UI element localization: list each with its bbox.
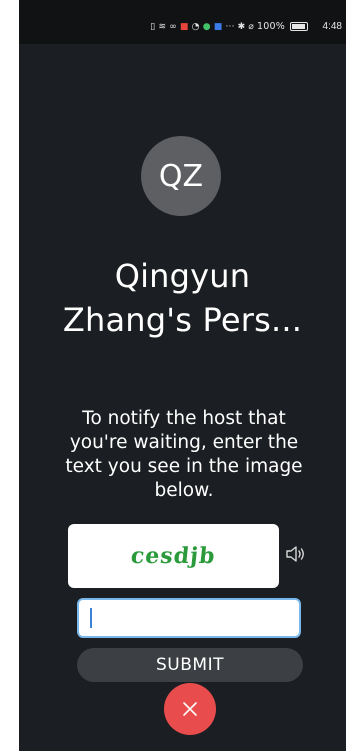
captcha-input[interactable] <box>77 598 301 638</box>
wifi-icon: ≋ <box>158 21 167 32</box>
status-bar: ▯ ≋ ∞ ■ ◔ ● ■ ··· ✱ ⌀ 100% 4:48 <box>19 0 346 44</box>
submit-button[interactable]: SUBMIT <box>77 648 303 682</box>
battery-percent: 100% <box>257 21 285 32</box>
mute-icon: ⌀ <box>248 21 255 32</box>
status-icons: ▯ ≋ ∞ ■ ◔ ● ■ ··· ✱ ⌀ 100% <box>150 21 308 32</box>
battery-icon <box>290 22 308 31</box>
captcha-instructions: To notify the host that you're waiting, … <box>65 408 303 501</box>
close-icon <box>183 702 197 716</box>
vpn-icon: ◔ <box>191 21 200 32</box>
room-title: Qingyun Zhang's Pers... <box>19 254 346 342</box>
close-button[interactable] <box>164 683 216 735</box>
infinity-icon: ∞ <box>169 21 177 32</box>
text-cursor <box>90 608 92 628</box>
captcha-image: cesdjb <box>68 524 279 588</box>
host-avatar: QZ <box>141 136 221 216</box>
captcha-text: cesdjb <box>129 543 218 569</box>
camera-icon: ● <box>202 21 211 32</box>
more-icon: ··· <box>225 21 235 32</box>
app-icon: ■ <box>213 21 223 32</box>
status-time: 4:48 <box>322 21 342 32</box>
app-notification-icon: ■ <box>179 21 189 32</box>
speaker-icon[interactable] <box>284 542 308 566</box>
sim-icon: ▯ <box>150 21 156 32</box>
room-title-line-2: Zhang's Pers... <box>62 301 303 339</box>
room-title-line-1: Qingyun <box>114 257 251 295</box>
screen: ▯ ≋ ∞ ■ ◔ ● ■ ··· ✱ ⌀ 100% 4:48 QZ Qingy… <box>19 0 346 751</box>
bluetooth-icon: ✱ <box>237 21 246 32</box>
